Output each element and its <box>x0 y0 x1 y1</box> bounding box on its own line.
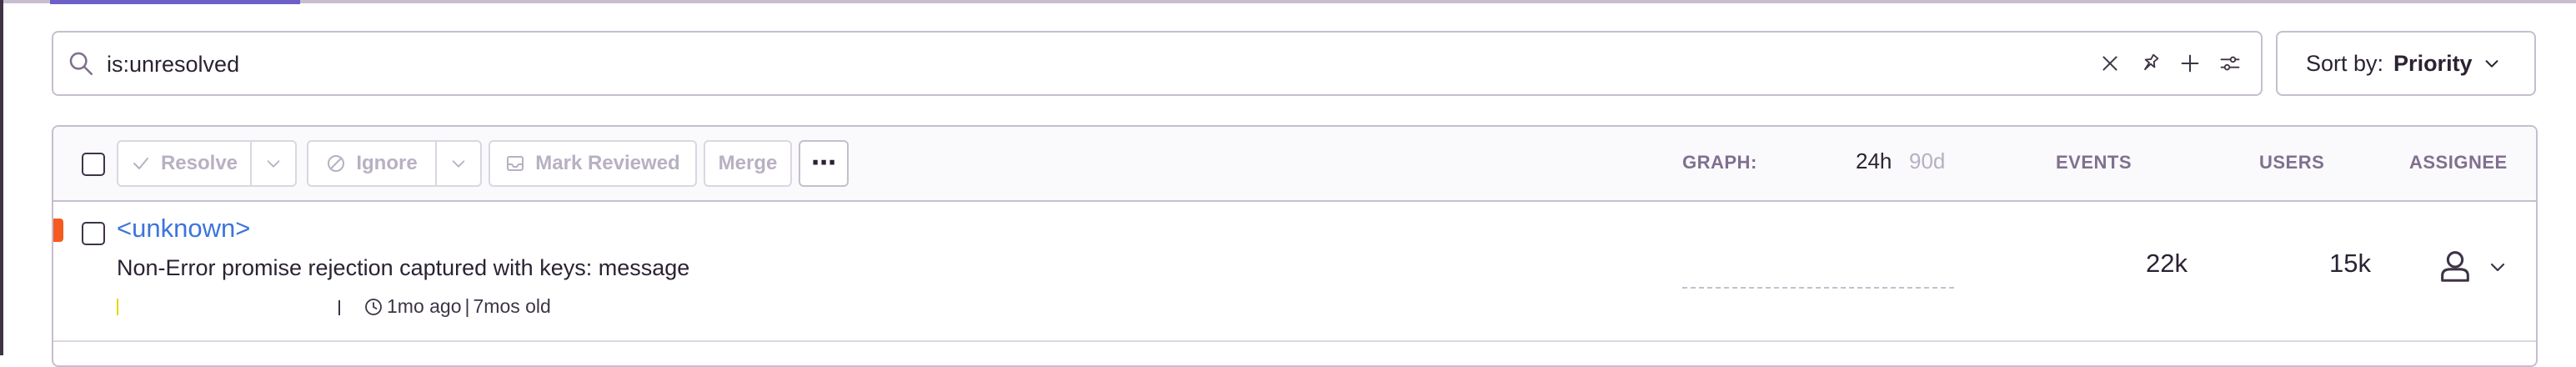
ignore-icon <box>328 155 345 172</box>
last-seen[interactable]: 1mo ago <box>387 295 462 317</box>
resolve-button[interactable]: Resolve <box>117 140 252 187</box>
issue-message: Non-Error promise rejection captured wit… <box>117 255 690 280</box>
issue-sparkline <box>1682 287 1954 289</box>
first-seen-age[interactable]: 7mos old <box>474 295 551 317</box>
graph-option-90d[interactable]: 90d <box>1909 148 1945 174</box>
meta-separator: | <box>464 295 470 317</box>
settings-icon[interactable] <box>2216 49 2244 78</box>
events-column-header: EVENTS <box>2056 152 2132 173</box>
more-label: ⋯ <box>811 149 836 177</box>
meta-marker <box>117 299 118 315</box>
sort-button[interactable]: Sort by: Priority <box>2276 31 2536 96</box>
clock-icon <box>365 299 382 315</box>
chevron-down-icon <box>452 160 465 168</box>
resolve-label: Resolve <box>160 152 238 174</box>
sort-value: Priority <box>2393 50 2473 76</box>
ignore-button[interactable]: Ignore <box>307 140 437 187</box>
tab-bar-divider <box>3 0 2576 3</box>
ignore-dropdown-button[interactable] <box>435 140 482 187</box>
issue-timestamps: 1mo ago | 7mos old <box>387 295 551 318</box>
merge-button[interactable]: Merge <box>704 140 792 187</box>
resolve-dropdown-button[interactable] <box>250 140 297 187</box>
issue-meta: 1mo ago | 7mos old <box>117 294 617 319</box>
issues-header: Resolve Ignore Mark Reviewed Merge ⋯ GRA… <box>53 127 2536 202</box>
users-column-header: USERS <box>2259 152 2325 173</box>
events-count[interactable]: 22k <box>2087 249 2188 279</box>
add-icon[interactable] <box>2176 49 2204 78</box>
more-actions-button[interactable]: ⋯ <box>799 140 849 187</box>
merge-label: Merge <box>718 152 778 174</box>
issue-checkbox[interactable] <box>82 222 105 245</box>
clear-icon[interactable] <box>2096 49 2124 78</box>
pin-icon[interactable] <box>2136 49 2164 78</box>
search-query[interactable]: is:unresolved <box>107 48 239 81</box>
active-tab-indicator <box>50 0 300 4</box>
level-indicator <box>53 219 63 242</box>
search-bar[interactable]: is:unresolved <box>52 31 2263 96</box>
meta-divider <box>338 300 340 315</box>
ignore-label: Ignore <box>356 152 418 174</box>
inbox-icon <box>507 156 524 171</box>
user-icon[interactable] <box>2436 247 2474 285</box>
search-actions <box>2096 49 2244 78</box>
sidebar-edge <box>0 0 3 355</box>
check-icon <box>133 158 148 169</box>
search-icon <box>69 52 93 76</box>
issue-title-link[interactable]: <unknown> <box>117 214 250 244</box>
assignee-column-header: ASSIGNEE <box>2409 152 2508 173</box>
users-count[interactable]: 15k <box>2271 249 2371 279</box>
mark-reviewed-button[interactable]: Mark Reviewed <box>489 140 697 187</box>
graph-option-24h[interactable]: 24h <box>1856 148 1892 174</box>
chevron-down-icon <box>2485 60 2498 68</box>
select-all-checkbox[interactable] <box>82 153 105 176</box>
issue-row[interactable]: <unknown> Non-Error promise rejection ca… <box>53 204 2536 342</box>
mark-reviewed-label: Mark Reviewed <box>535 152 680 174</box>
sort-label: Sort by: <box>2306 50 2384 76</box>
chevron-down-icon <box>267 160 280 168</box>
graph-column-label: GRAPH: <box>1682 152 1757 173</box>
issues-panel: Resolve Ignore Mark Reviewed Merge ⋯ GRA… <box>52 125 2538 367</box>
chevron-down-icon[interactable] <box>2488 257 2508 277</box>
